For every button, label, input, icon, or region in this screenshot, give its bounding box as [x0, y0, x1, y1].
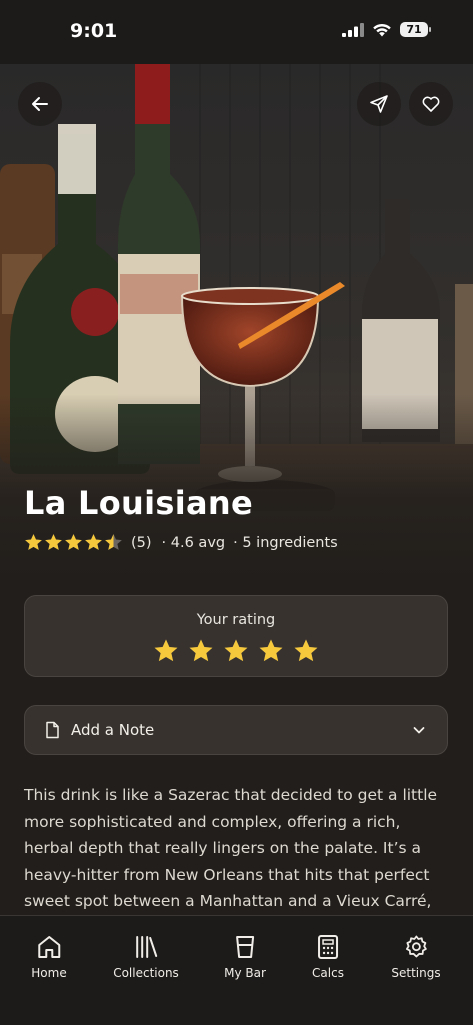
average-rating-stars: [24, 533, 123, 552]
star-icon: [45, 534, 62, 550]
calculator-icon: [317, 935, 338, 959]
nav-collections[interactable]: Collections: [113, 934, 179, 980]
your-rating-card: Your rating: [24, 595, 448, 677]
send-icon: [370, 95, 388, 113]
nav-home[interactable]: Home: [31, 934, 67, 980]
wifi-icon: [373, 23, 391, 36]
drink-title: La Louisiane: [24, 484, 253, 522]
heart-icon: [422, 96, 440, 112]
star-icon: [65, 534, 82, 550]
nav-settings[interactable]: Settings: [391, 934, 441, 980]
star-icon: [25, 534, 42, 550]
nav-my-bar-label: My Bar: [224, 966, 266, 980]
favorite-button[interactable]: [409, 82, 453, 126]
your-rating-stars: [25, 638, 447, 664]
rating-star-1-icon[interactable]: [153, 638, 179, 664]
status-bar: 9:01 71: [0, 0, 473, 64]
nav-calcs[interactable]: Calcs: [312, 934, 344, 980]
battery-level: 71: [400, 22, 428, 37]
your-rating-label: Your rating: [196, 612, 276, 628]
ingredient-count: · 5 ingredients: [233, 534, 338, 551]
gear-icon: [405, 935, 427, 958]
nav-settings-label: Settings: [391, 966, 441, 980]
star-icon: [105, 534, 122, 550]
rating-summary: (5) · 4.6 avg · 5 ingredients: [24, 533, 338, 552]
rating-average: · 4.6 avg: [161, 534, 226, 551]
nav-calcs-label: Calcs: [312, 966, 344, 980]
nav-collections-label: Collections: [113, 966, 179, 980]
rating-count: (5): [131, 534, 152, 551]
status-icons: 71: [342, 22, 431, 37]
back-arrow-icon: [32, 97, 48, 111]
bottom-nav: Home Collections My Bar Calcs Settings: [0, 915, 473, 1025]
status-time: 9:01: [70, 20, 118, 42]
nav-my-bar[interactable]: My Bar: [224, 934, 266, 980]
chevron-down-icon: [411, 722, 427, 738]
add-note-dropdown[interactable]: Add a Note: [24, 705, 448, 755]
nav-home-label: Home: [31, 966, 67, 980]
signal-icon: [342, 22, 364, 37]
star-icon: [85, 534, 102, 550]
rating-star-5-icon[interactable]: [293, 638, 319, 664]
books-icon: [135, 936, 157, 958]
share-button[interactable]: [357, 82, 401, 126]
glass-icon: [235, 936, 254, 958]
home-icon: [38, 936, 60, 958]
rating-star-3-icon[interactable]: [223, 638, 249, 664]
document-icon: [43, 721, 61, 739]
back-button[interactable]: [18, 82, 62, 126]
add-note-label: Add a Note: [71, 721, 155, 739]
rating-star-2-icon[interactable]: [188, 638, 214, 664]
battery-indicator: 71: [400, 22, 431, 37]
rating-star-4-icon[interactable]: [258, 638, 284, 664]
